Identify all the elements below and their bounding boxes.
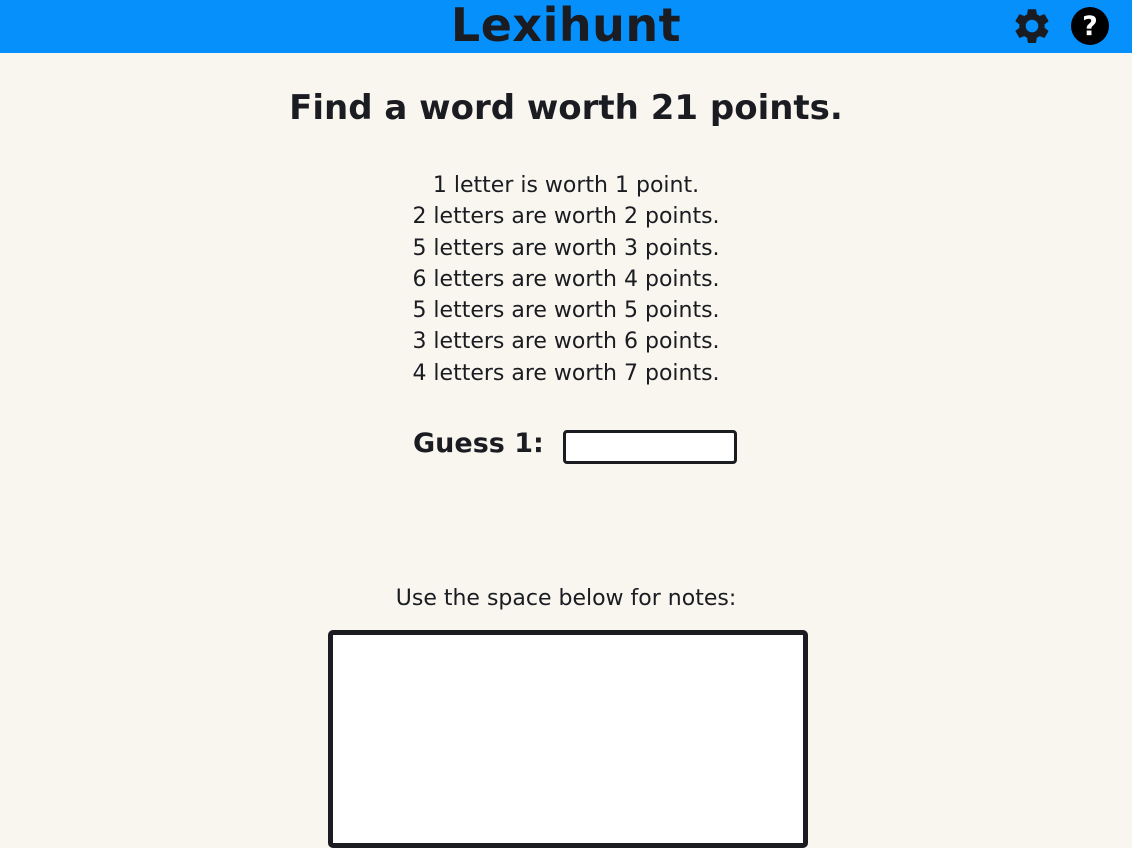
scoring-rule: 4 letters are worth 7 points. xyxy=(412,360,720,386)
puzzle-title: Find a word worth 21 points. xyxy=(289,88,843,128)
scoring-rule: 3 letters are worth 6 points. xyxy=(412,329,720,355)
svg-text:?: ? xyxy=(1082,11,1098,42)
scoring-rule: 5 letters are worth 3 points. xyxy=(412,235,720,261)
guess-label: Guess 1: xyxy=(413,428,544,459)
scoring-rules-list: 1 letter is worth 1 point. 2 letters are… xyxy=(0,170,1132,389)
scoring-rule: 1 letter is worth 1 point. xyxy=(432,173,700,198)
guess-row: Guess 1: xyxy=(0,428,1132,464)
notes-label: Use the space below for notes: xyxy=(395,586,737,611)
guess-input[interactable] xyxy=(563,430,737,464)
notes-textarea[interactable] xyxy=(328,630,808,848)
settings-button[interactable] xyxy=(1011,5,1053,47)
help-button[interactable]: ? xyxy=(1069,5,1111,47)
question-circle-icon: ? xyxy=(1071,7,1109,45)
gear-icon xyxy=(1015,9,1049,43)
app-title: Lexihunt xyxy=(450,0,682,52)
scoring-rule: 6 letters are worth 4 points. xyxy=(412,266,720,292)
scoring-rule: 2 letters are worth 2 points. xyxy=(412,204,720,230)
scoring-rule: 5 letters are worth 5 points. xyxy=(412,298,720,324)
